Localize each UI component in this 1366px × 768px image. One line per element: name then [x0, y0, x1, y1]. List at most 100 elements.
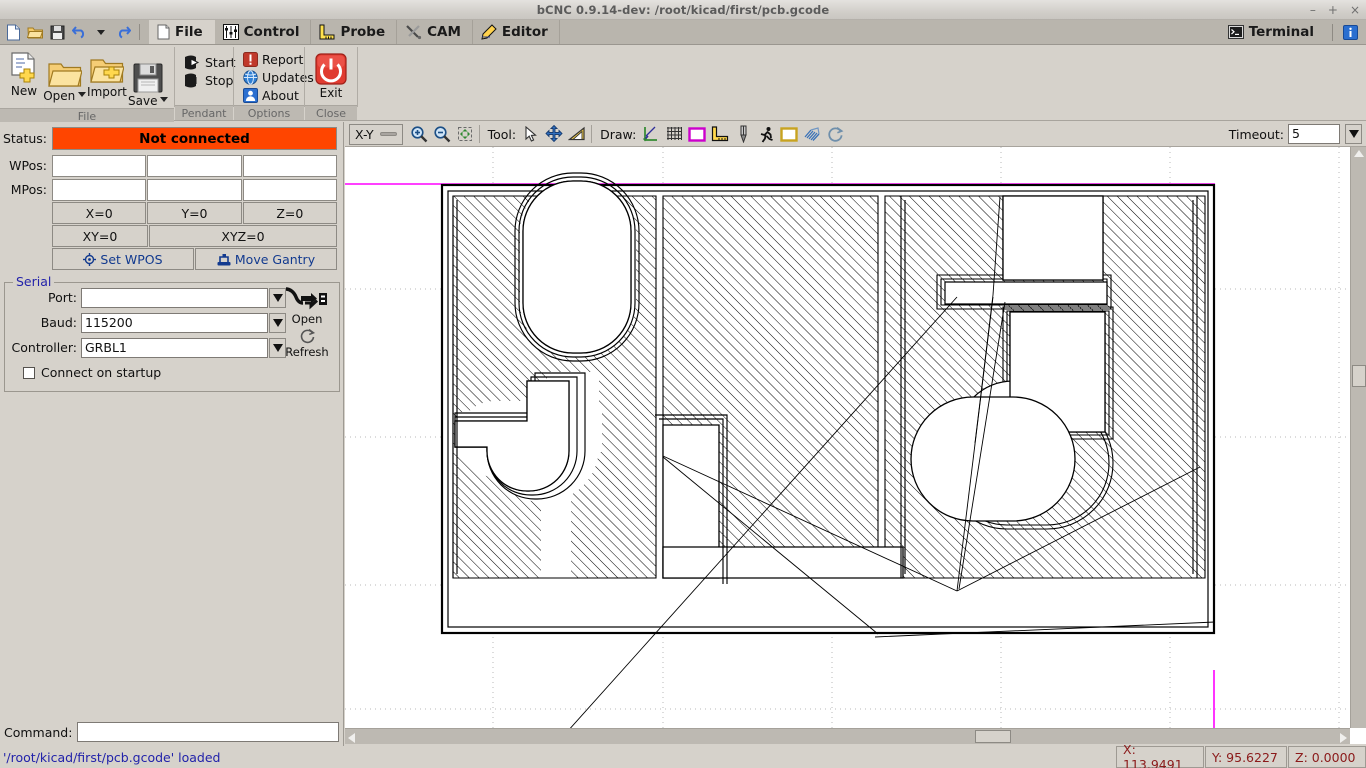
axes-icon[interactable] — [640, 123, 663, 145]
ribbon-group-file-label: File — [0, 108, 174, 123]
serial-open-label: Open — [291, 312, 323, 326]
zoom-fit-icon[interactable] — [453, 123, 476, 145]
minimize-button[interactable]: – — [1310, 4, 1316, 16]
view-mode-handle-icon — [379, 132, 397, 136]
zero-y-button[interactable]: Y=0 — [147, 202, 242, 224]
open-folder-icon[interactable] — [25, 21, 45, 43]
margin-icon[interactable] — [686, 123, 709, 145]
pendant-start-label: Start — [205, 55, 236, 70]
open-button-label: Open — [43, 89, 76, 103]
save-icon[interactable] — [47, 21, 67, 43]
endmill-icon[interactable] — [732, 123, 755, 145]
timeout-control: Timeout: 5 — [1229, 124, 1366, 144]
refresh-icon[interactable] — [299, 328, 316, 345]
connect-on-startup-row[interactable]: Connect on startup — [23, 365, 339, 380]
open-button[interactable]: Open — [43, 49, 87, 103]
new-button[interactable]: New — [6, 49, 42, 98]
pendant-stop-button[interactable]: Stop — [181, 72, 241, 89]
pen-icon — [481, 24, 497, 40]
set-wpos-button[interactable]: Set WPOS — [52, 248, 194, 270]
tab-cam[interactable]: CAM — [397, 20, 473, 44]
tab-terminal[interactable]: Terminal — [1219, 24, 1325, 40]
tab-editor-label: Editor — [501, 24, 548, 40]
new-icon[interactable] — [3, 21, 23, 43]
toolbar-divider-2 — [591, 125, 593, 143]
vertical-scroll-thumb[interactable] — [1352, 365, 1366, 387]
import-button[interactable]: Import — [87, 49, 127, 99]
workarea-icon[interactable] — [778, 123, 801, 145]
runner-icon[interactable] — [755, 123, 778, 145]
view-mode-combo[interactable]: X-Y — [349, 123, 403, 145]
save-button[interactable]: Save — [128, 49, 169, 108]
canvas-vertical-scrollbar[interactable] — [1350, 147, 1366, 728]
usb-plug-icon[interactable] — [285, 286, 329, 312]
canvas-horizontal-scrollbar[interactable] — [345, 728, 1350, 744]
wpos-z-field[interactable] — [242, 154, 337, 177]
pendant-stop-label: Stop — [205, 73, 234, 88]
zoom-out-icon[interactable] — [430, 123, 453, 145]
command-input[interactable] — [77, 722, 339, 742]
zero-xy-button[interactable]: XY=0 — [52, 225, 148, 247]
timeout-dropdown-icon[interactable] — [1345, 124, 1362, 144]
zero-z-button[interactable]: Z=0 — [242, 202, 337, 224]
scroll-left-arrow[interactable] — [348, 733, 355, 743]
tool-label: Tool: — [487, 126, 517, 142]
paths-icon[interactable] — [801, 123, 824, 145]
title-bar: bCNC 0.9.14-dev: /root/kicad/first/pcb.g… — [0, 0, 1366, 20]
import-folder-icon — [90, 57, 124, 84]
serial-port-input[interactable] — [81, 287, 268, 308]
ribbon-toolbar: New Open Import Save File Start Stop Pen… — [0, 45, 1366, 123]
scroll-right-arrow[interactable] — [1340, 733, 1347, 743]
horizontal-scroll-thumb[interactable] — [975, 730, 1011, 743]
undo-icon[interactable] — [69, 21, 89, 43]
save-dropdown-icon[interactable] — [160, 96, 169, 102]
info-icon[interactable] — [1340, 21, 1360, 43]
wpos-y-field[interactable] — [147, 154, 242, 177]
zero-xyz-button[interactable]: XYZ=0 — [149, 225, 337, 247]
move-icon[interactable] — [543, 123, 566, 145]
scroll-up-arrow[interactable] — [1354, 150, 1364, 157]
zero-axis-buttons-row: X=0 Y=0 Z=0 — [52, 202, 337, 224]
serial-controller-input[interactable]: GRBL1 — [81, 337, 268, 358]
ribbon-group-options-label: Options — [234, 105, 304, 120]
select-arrow-icon[interactable] — [520, 123, 543, 145]
close-button[interactable]: × — [1350, 4, 1360, 16]
tab-probe[interactable]: Probe — [311, 20, 398, 44]
exit-button[interactable]: Exit — [311, 51, 351, 100]
new-button-label: New — [10, 84, 38, 98]
timeout-input[interactable]: 5 — [1288, 124, 1340, 144]
serial-baud-input[interactable]: 115200 — [81, 312, 268, 333]
maximize-button[interactable]: + — [1328, 4, 1338, 16]
left-control-panel: Status: Not connected WPos: MPos: X=0 Y=… — [0, 122, 344, 768]
move-gantry-label: Move Gantry — [234, 251, 316, 267]
tab-editor[interactable]: Editor — [472, 20, 560, 44]
gcode-canvas[interactable] — [345, 147, 1350, 728]
tab-file-label: File — [175, 24, 203, 40]
ruler-triangle-icon[interactable] — [566, 123, 589, 145]
undo-dropdown-icon[interactable] — [91, 21, 111, 43]
grid-icon[interactable] — [663, 123, 686, 145]
wpos-label: WPos: — [9, 158, 47, 173]
redo-icon[interactable] — [113, 21, 133, 43]
status-badge: Not connected — [52, 127, 337, 150]
tab-file[interactable]: File — [149, 20, 215, 44]
probe-ruler-icon[interactable] — [709, 123, 732, 145]
ribbon-group-pendant: Start Stop Pendant — [175, 45, 236, 120]
right-tab-group: Terminal — [1219, 20, 1366, 44]
floppy-disk-icon — [133, 63, 163, 93]
save-button-label: Save — [128, 94, 158, 108]
status-message-bar: '/root/kicad/first/pcb.gcode' loaded — [0, 746, 1090, 768]
open-dropdown-icon[interactable] — [78, 91, 87, 97]
wpos-gantry-buttons-row: Set WPOS Move Gantry — [52, 248, 337, 270]
connect-on-startup-checkbox[interactable] — [23, 366, 35, 379]
rapid-icon[interactable] — [824, 123, 847, 145]
tools-icon — [405, 24, 422, 40]
zero-x-button[interactable]: X=0 — [52, 202, 147, 224]
zoom-in-icon[interactable] — [407, 123, 430, 145]
globe-icon — [243, 70, 258, 85]
tab-control[interactable]: Control — [214, 20, 312, 44]
pendant-start-button[interactable]: Start — [181, 54, 241, 71]
wpos-x-field[interactable] — [52, 154, 147, 177]
move-gantry-button[interactable]: Move Gantry — [195, 248, 337, 270]
serial-port-label: Port: — [48, 290, 77, 305]
